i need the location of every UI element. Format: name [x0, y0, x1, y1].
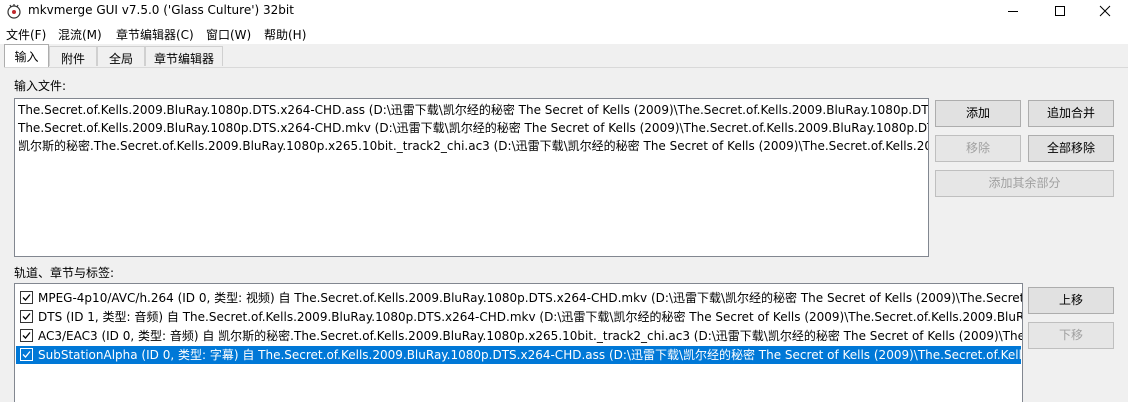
track-label: DTS (ID 1, 类型: 音频) 自 The.Secret.of.Kells… [38, 310, 1023, 324]
track-checkbox[interactable] [20, 348, 33, 361]
input-file-item[interactable]: The.Secret.of.Kells.2009.BluRay.1080p.DT… [18, 102, 928, 118]
mkvmerge-app-icon [7, 4, 21, 19]
input-tab-panel: 输入文件: The.Secret.of.Kells.2009.BluRay.10… [4, 67, 1128, 402]
close-button[interactable] [1082, 0, 1128, 22]
tracks-list[interactable]: MPEG-4p10/AVC/h.264 (ID 0, 类型: 视频) 自 The… [14, 283, 1023, 402]
checkmark-icon [22, 294, 31, 301]
minimize-icon [1008, 11, 1018, 12]
move-down-button[interactable]: 下移 [1028, 322, 1114, 349]
checkmark-icon [22, 351, 31, 358]
menu-help[interactable]: 帮助(H) [264, 26, 306, 43]
add-button[interactable]: 添加 [935, 100, 1021, 127]
checkmark-icon [22, 332, 31, 339]
track-label: AC3/EAC3 (ID 0, 类型: 音频) 自 凯尔斯的秘密.The.Sec… [38, 329, 1023, 343]
menu-bar: 文件(F) 混流(M) 章节编辑器(C) 窗口(W) 帮助(H) [0, 22, 1128, 44]
track-row[interactable]: MPEG-4p10/AVC/h.264 (ID 0, 类型: 视频) 自 The… [16, 289, 1023, 307]
remove-all-button[interactable]: 全部移除 [1028, 135, 1114, 162]
move-up-button[interactable]: 上移 [1028, 287, 1114, 314]
tab-input[interactable]: 输入 [4, 44, 49, 68]
checkmark-icon [22, 313, 31, 320]
menu-mux[interactable]: 混流(M) [58, 26, 102, 43]
track-label: SubStationAlpha (ID 0, 类型: 字幕) 自 The.Sec… [38, 348, 1023, 362]
track-row[interactable]: DTS (ID 1, 类型: 音频) 自 The.Secret.of.Kells… [16, 308, 1023, 326]
tab-strip: 输入 附件 全局 章节编辑器 [0, 44, 1128, 68]
tracks-label: 轨道、章节与标签: [14, 266, 115, 280]
track-label: MPEG-4p10/AVC/h.264 (ID 0, 类型: 视频) 自 The… [38, 291, 1023, 305]
minimize-button[interactable] [990, 0, 1036, 22]
maximize-icon [1055, 6, 1065, 16]
maximize-button[interactable] [1037, 0, 1083, 22]
title-bar: mkvmerge GUI v7.5.0 ('Glass Culture') 32… [0, 0, 1128, 22]
track-checkbox[interactable] [20, 310, 33, 323]
input-file-item[interactable]: The.Secret.of.Kells.2009.BluRay.1080p.DT… [18, 120, 928, 136]
input-file-item[interactable]: 凯尔斯的秘密.The.Secret.of.Kells.2009.BluRay.1… [18, 138, 928, 154]
menu-window[interactable]: 窗口(W) [206, 26, 251, 43]
add-parts-button[interactable]: 添加其余部分 [935, 170, 1114, 197]
tab-attachments[interactable]: 附件 [49, 46, 97, 66]
append-button[interactable]: 追加合并 [1028, 100, 1114, 127]
track-checkbox[interactable] [20, 329, 33, 342]
tab-chapter-editor[interactable]: 章节编辑器 [145, 46, 223, 66]
window-title: mkvmerge GUI v7.5.0 ('Glass Culture') 32… [28, 3, 294, 17]
track-row[interactable]: AC3/EAC3 (ID 0, 类型: 音频) 自 凯尔斯的秘密.The.Sec… [16, 327, 1023, 345]
input-files-list[interactable]: The.Secret.of.Kells.2009.BluRay.1080p.DT… [14, 98, 929, 257]
track-row-selected[interactable]: SubStationAlpha (ID 0, 类型: 字幕) 自 The.Sec… [16, 346, 1023, 364]
close-icon [1099, 5, 1111, 17]
menu-file[interactable]: 文件(F) [6, 26, 46, 43]
tab-global[interactable]: 全局 [97, 46, 145, 66]
remove-button[interactable]: 移除 [935, 135, 1021, 162]
input-files-label: 输入文件: [14, 79, 67, 93]
menu-chapter-editor[interactable]: 章节编辑器(C) [116, 26, 194, 43]
track-checkbox[interactable] [20, 291, 33, 304]
